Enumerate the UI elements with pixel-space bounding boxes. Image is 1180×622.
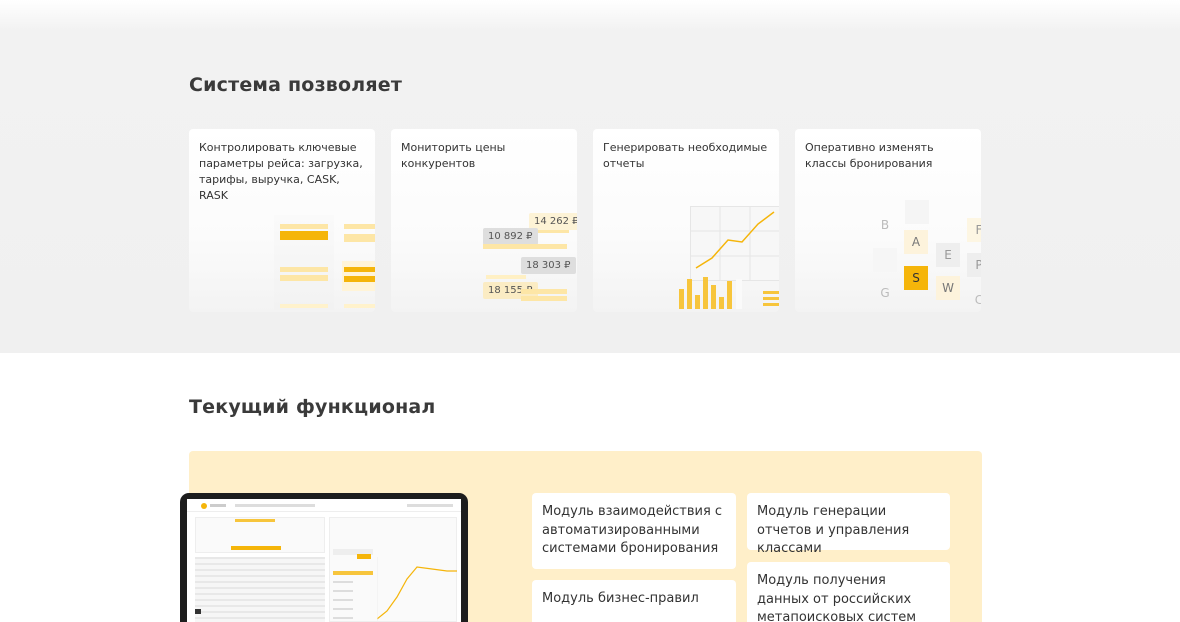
module-booking-systems: Модуль взаимодействия с автоматизированн…: [532, 493, 736, 569]
module-reports-classes: Модуль генерации отчетов и управления кл…: [747, 493, 950, 556]
capabilities-section: Система позволяет Контролировать ключевы…: [0, 0, 1180, 353]
app-screenshot: [187, 499, 461, 622]
class-letter: B: [880, 218, 890, 232]
class-letter: E: [936, 243, 960, 267]
card-reports: Генерировать необходимые отчеты: [593, 129, 779, 312]
class-letter: W: [936, 276, 960, 300]
module-metasearch-data: Модуль получения данных от российских ме…: [747, 562, 950, 622]
price-tag: 18 303 ₽: [521, 257, 576, 274]
class-letter-selected: S: [904, 266, 928, 290]
class-letter: C: [974, 293, 981, 307]
card-text: Генерировать необходимые отчеты: [603, 141, 768, 170]
functional-title: Текущий функционал: [189, 396, 436, 418]
class-letter: F: [967, 218, 981, 242]
card-text: Контролировать ключевые параметры рейса:…: [199, 141, 363, 202]
card-booking-classes: Оперативно изменять классы бронирования …: [795, 129, 981, 312]
class-letter: P: [967, 253, 981, 277]
capabilities-title: Система позволяет: [189, 74, 403, 96]
price-tag: 10 892 ₽: [483, 228, 538, 245]
laptop-illustration: [180, 493, 468, 622]
card-text: Мониторить цены конкурентов: [401, 141, 506, 170]
card-text: Оперативно изменять классы бронирования: [805, 141, 934, 170]
class-letter: A: [904, 230, 928, 254]
card-competitor-prices: Мониторить цены конкурентов 14 262 ₽ 10 …: [391, 129, 577, 312]
card-flight-parameters: Контролировать ключевые параметры рейса:…: [189, 129, 375, 312]
class-letter: G: [880, 286, 890, 300]
module-business-rules: Модуль бизнес-правил: [532, 580, 736, 622]
